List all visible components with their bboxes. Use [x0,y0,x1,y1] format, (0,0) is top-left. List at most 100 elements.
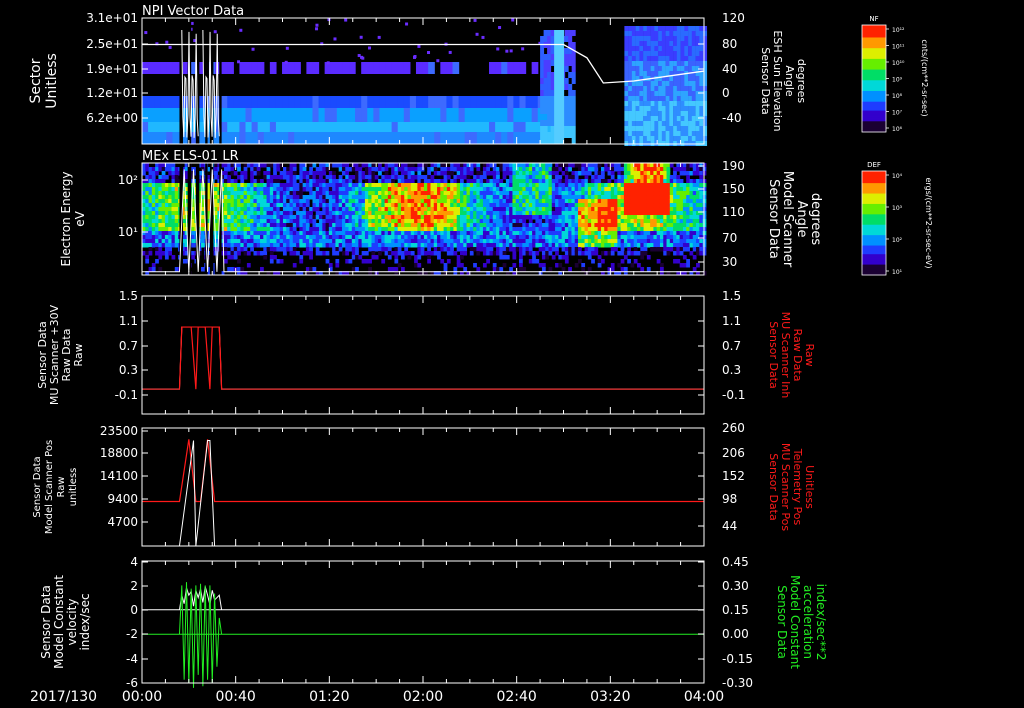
els-cell [315,167,320,172]
npi-cell [543,84,548,90]
els-cell [201,223,205,228]
els-cell [355,227,359,232]
els-cell [161,183,166,188]
npi-cell [318,96,326,108]
els-cell [263,227,268,232]
els-cell [286,187,291,192]
els-cell [469,179,474,184]
els-cell [476,175,481,180]
els-cell [292,203,297,208]
els-cell [640,267,645,272]
els-cell [302,243,307,248]
els-cell [555,215,559,220]
npi-cell [646,81,651,86]
els-cell [584,211,589,216]
els-cell [299,163,304,168]
els-cell [663,163,668,168]
els-cell [355,195,359,200]
els-cell [420,251,425,256]
els-cell [496,247,500,252]
els-cell [692,171,697,176]
els-cell [355,215,359,220]
els-cell [456,235,461,240]
els-cell [420,227,425,232]
npi-cell [571,108,576,114]
els-cell [450,227,454,232]
els-cell [397,251,402,256]
els-cell [253,195,258,200]
els-cell [643,227,648,232]
els-cell [443,207,448,212]
els-cell [486,167,491,172]
els-cell [145,187,150,192]
els-cell [496,239,500,244]
els-cell [659,211,664,216]
els-cell [482,183,487,188]
els-cell [486,219,491,224]
els-cell [541,191,546,196]
npi-cell [166,96,174,108]
els-cell [522,179,527,184]
els-cell [594,171,599,176]
els-cell [250,175,254,180]
els-cell [437,231,441,236]
els-cell [145,219,150,224]
npi-cell [695,126,700,131]
els-cell [617,179,622,184]
npi-cell [646,86,651,91]
els-cell [148,207,153,212]
els-cell [666,227,671,232]
els-cell [623,175,628,180]
els-cell [174,179,179,184]
els-cell [541,255,546,260]
els-cell [345,207,350,212]
els-cell [256,171,261,176]
npi-cell [624,136,629,141]
els-cell [440,211,445,216]
els-cell [502,191,507,196]
els-cell [673,167,677,172]
els-cell [463,251,468,256]
els-cell [263,191,268,196]
els-cell [459,235,464,240]
els-cell [273,167,277,172]
els-cell [564,259,569,264]
els-cell [623,163,628,168]
npi-cell [251,122,259,132]
els-cell [433,191,438,196]
els-cell [568,163,572,168]
els-cell [574,207,579,212]
els-cell [689,187,694,192]
els-cell [646,207,651,212]
els-cell [482,163,487,168]
els-cell [646,171,651,176]
npi-cell [415,132,423,144]
els-cell [299,231,304,236]
els-cell [525,211,530,216]
els-cell [571,175,576,180]
els-cell [555,211,559,216]
els-cell [607,203,612,208]
els-cell [509,179,513,184]
els-cell [440,231,445,236]
els-cell [673,227,677,232]
els-cell [656,243,661,248]
els-cell [686,203,690,208]
els-cell [355,203,359,208]
els-cell [305,183,310,188]
els-cell [355,175,359,180]
npi-cell [691,51,696,56]
npi-cell [695,121,700,126]
els-cell [410,171,415,176]
els-cell [689,183,694,188]
els-cell [400,267,405,272]
els-cell [282,203,287,208]
npi-cell [227,122,234,132]
els-cell [168,251,173,256]
els-cell [555,227,559,232]
els-cell [522,183,527,188]
els-cell [650,231,654,236]
els-cell [656,247,661,252]
els-cell [351,211,356,216]
els-cell [627,231,631,236]
